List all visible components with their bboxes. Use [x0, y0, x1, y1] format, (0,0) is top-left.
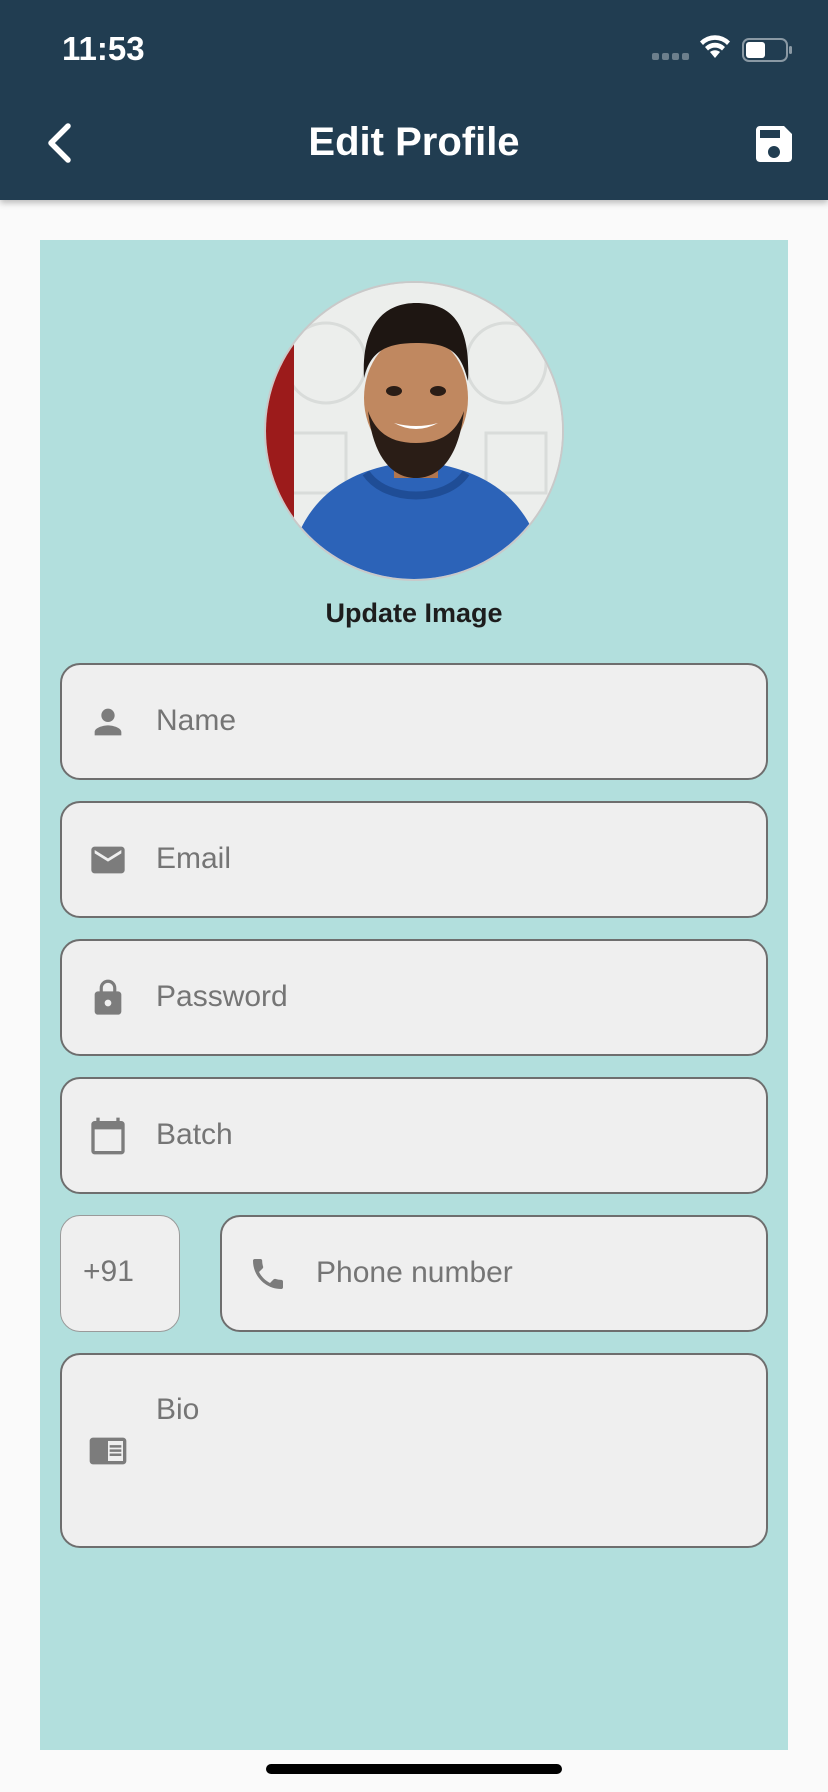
name-placeholder: Name	[156, 704, 237, 737]
batch-field[interactable]: Batch	[60, 1077, 768, 1194]
profile-photo	[266, 283, 562, 579]
name-field[interactable]: Name	[60, 663, 768, 780]
bio-placeholder: Bio	[156, 1393, 200, 1426]
article-icon	[88, 1431, 128, 1471]
email-placeholder: Email	[156, 842, 232, 875]
home-indicator	[266, 1764, 562, 1774]
password-placeholder: Password	[156, 980, 288, 1013]
avatar[interactable]	[264, 281, 564, 581]
email-field[interactable]: Email	[60, 801, 768, 918]
bio-field[interactable]: Bio	[60, 1353, 768, 1548]
country-code-field[interactable]: +91	[60, 1215, 180, 1332]
battery-icon	[742, 38, 792, 62]
person-icon	[88, 702, 128, 742]
calendar-icon	[88, 1116, 128, 1156]
lock-icon	[88, 978, 128, 1018]
phone-number-field[interactable]: Phone number	[220, 1215, 768, 1332]
wifi-icon	[700, 35, 730, 58]
save-icon	[756, 126, 792, 162]
save-button[interactable]	[750, 120, 798, 168]
update-image-button[interactable]: Update Image	[40, 598, 788, 629]
phone-number-placeholder: Phone number	[316, 1256, 513, 1289]
profile-card: Update Image Name Email Password Batch +…	[40, 240, 788, 1750]
app-bar: 11:53 Edit Profile	[0, 0, 828, 200]
status-time: 11:53	[62, 30, 145, 67]
phone-icon	[248, 1254, 288, 1294]
cellular-signal-icon	[652, 53, 689, 60]
mail-icon	[88, 840, 128, 880]
page-title: Edit Profile	[308, 120, 520, 164]
batch-placeholder: Batch	[156, 1118, 233, 1151]
country-code-value: +91	[83, 1255, 134, 1288]
password-field[interactable]: Password	[60, 939, 768, 1056]
